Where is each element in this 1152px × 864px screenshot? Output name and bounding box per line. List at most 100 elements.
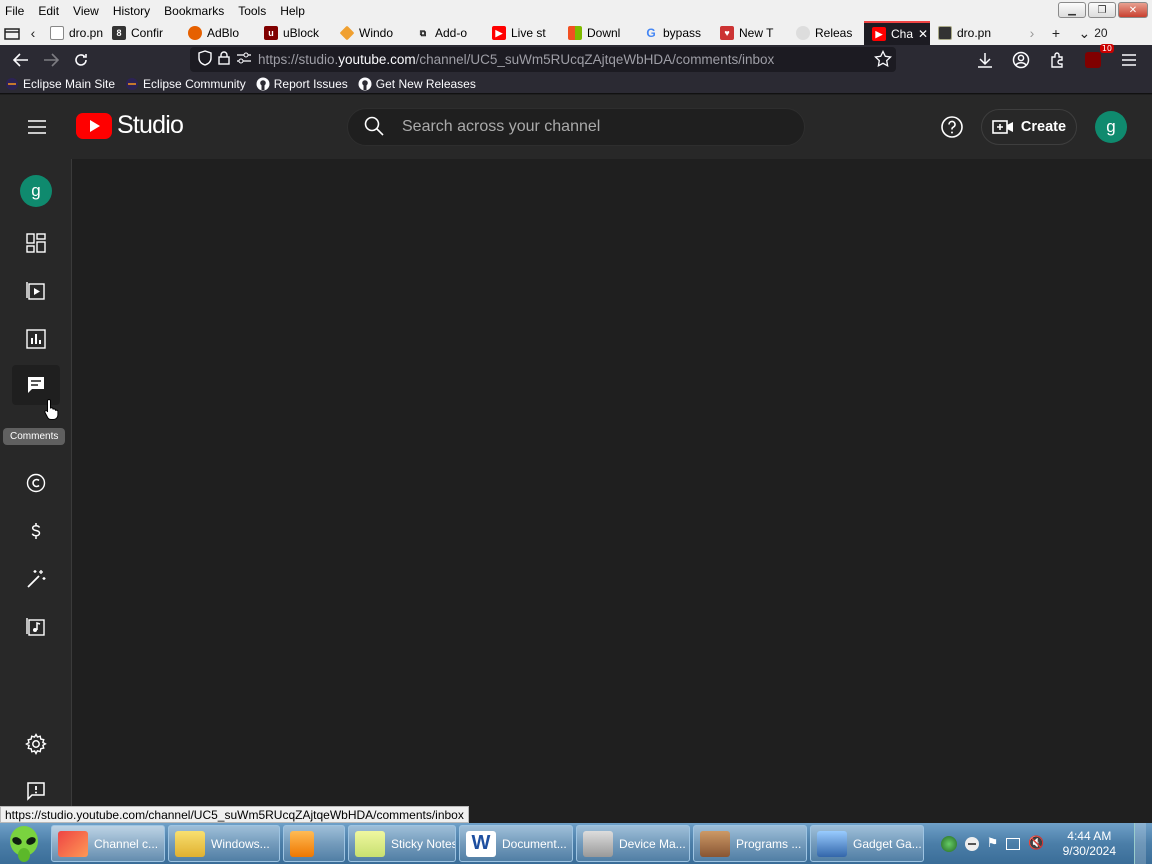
search-box[interactable] bbox=[347, 108, 805, 146]
bookmark-item[interactable]: Report Issues bbox=[251, 77, 353, 91]
list-all-tabs-button[interactable]: ⌄ 20 bbox=[1068, 21, 1118, 45]
studio-sidebar: g Comments bbox=[0, 159, 72, 823]
account-icon[interactable] bbox=[1006, 45, 1036, 74]
create-video-icon bbox=[992, 120, 1013, 134]
tab-favicon-icon bbox=[50, 26, 64, 40]
menu-history[interactable]: History bbox=[106, 4, 157, 18]
tab-manager-icon[interactable] bbox=[0, 21, 24, 45]
taskbar-button-media[interactable] bbox=[283, 825, 345, 862]
taskbar-button-programs[interactable]: Programs ... bbox=[693, 825, 807, 862]
tab-item[interactable]: dro.pn bbox=[930, 21, 1020, 45]
window-controls: ▁ ❐ ✕ bbox=[1058, 2, 1148, 18]
tab-item[interactable]: u uBlock bbox=[256, 21, 332, 45]
app-menu-icon[interactable] bbox=[1114, 45, 1144, 74]
back-icon[interactable] bbox=[6, 45, 36, 74]
menu-edit[interactable]: Edit bbox=[31, 4, 66, 18]
tab-label: Releas bbox=[815, 26, 853, 40]
network-globe-icon[interactable] bbox=[940, 835, 957, 852]
menu-view[interactable]: View bbox=[66, 4, 106, 18]
sidebar-item-copyright[interactable] bbox=[12, 463, 60, 503]
sidebar-item-dashboard[interactable] bbox=[12, 223, 60, 263]
tab-item[interactable]: Downl bbox=[560, 21, 636, 45]
sidebar-item-content[interactable] bbox=[12, 271, 60, 311]
menu-bookmarks[interactable]: Bookmarks bbox=[157, 4, 231, 18]
content-icon bbox=[26, 282, 45, 300]
taskbar-button-firefox[interactable]: Channel c... bbox=[51, 825, 165, 862]
lock-icon[interactable] bbox=[218, 51, 230, 68]
system-clock[interactable]: 4:44 AM 9/30/2024 bbox=[1063, 829, 1116, 859]
url-prefix: https://studio. bbox=[258, 52, 339, 67]
tab-item[interactable]: dro.pn bbox=[42, 21, 104, 45]
search-input[interactable] bbox=[402, 118, 782, 136]
gadget-gallery-icon bbox=[817, 830, 847, 857]
tab-item[interactable]: AdBlo bbox=[180, 21, 256, 45]
bookmark-star-icon[interactable] bbox=[874, 49, 892, 71]
tab-item[interactable]: Windo bbox=[332, 21, 408, 45]
sidebar-item-customization[interactable] bbox=[12, 559, 60, 599]
account-avatar[interactable]: g bbox=[1095, 111, 1127, 143]
channel-avatar[interactable]: g bbox=[20, 175, 52, 207]
taskbar-label: Programs ... bbox=[736, 836, 802, 851]
browser-menubar: File Edit View History Bookmarks Tools H… bbox=[0, 0, 1152, 21]
network-status-icon[interactable] bbox=[1006, 837, 1021, 850]
downloads-icon[interactable] bbox=[970, 45, 1000, 74]
bookmark-item[interactable]: Eclipse Main Site bbox=[0, 77, 120, 91]
reload-icon[interactable] bbox=[66, 45, 96, 74]
tab-item[interactable]: Releas bbox=[788, 21, 864, 45]
sidebar-item-settings[interactable] bbox=[12, 724, 60, 764]
bookmark-label: Eclipse Main Site bbox=[23, 76, 116, 91]
tracking-shield-icon[interactable] bbox=[198, 50, 212, 69]
url-domain: youtube.com bbox=[338, 52, 416, 67]
sidebar-item-earn[interactable] bbox=[12, 511, 60, 551]
extensions-icon[interactable] bbox=[1042, 45, 1072, 74]
tab-item[interactable]: 8 Confir bbox=[104, 21, 180, 45]
tray-minus-icon[interactable] bbox=[964, 836, 979, 851]
tab-label: Confir bbox=[131, 26, 164, 40]
tab-item-active[interactable]: ▶ Cha ✕ bbox=[864, 21, 930, 45]
tab-item[interactable]: ♥ New T bbox=[712, 21, 788, 45]
scroll-tabs-right-icon[interactable]: › bbox=[1020, 21, 1044, 45]
close-window-button[interactable]: ✕ bbox=[1118, 2, 1148, 18]
close-tab-icon[interactable]: ✕ bbox=[918, 27, 928, 41]
forward-icon[interactable] bbox=[36, 45, 66, 74]
taskbar-button-sticky-notes[interactable]: Sticky Notes bbox=[348, 825, 456, 862]
minimize-button[interactable]: ▁ bbox=[1058, 2, 1086, 18]
sidebar-item-feedback[interactable] bbox=[12, 771, 60, 811]
permissions-icon[interactable] bbox=[236, 52, 252, 67]
bookmark-item[interactable]: Get New Releases bbox=[353, 77, 481, 91]
taskbar-button-word[interactable]: W Document... bbox=[459, 825, 573, 862]
audio-library-icon bbox=[26, 618, 45, 636]
clock-date: 9/30/2024 bbox=[1062, 843, 1116, 858]
bookmark-item[interactable]: Eclipse Community bbox=[120, 77, 251, 91]
hamburger-menu-icon[interactable] bbox=[22, 115, 52, 139]
copyright-icon bbox=[26, 473, 46, 493]
taskbar-button-explorer[interactable]: Windows... bbox=[168, 825, 280, 862]
volume-muted-icon[interactable]: 🔇 bbox=[1028, 836, 1044, 851]
menu-tools[interactable]: Tools bbox=[231, 4, 273, 18]
taskbar-button-gadget-gallery[interactable]: Gadget Ga... bbox=[810, 825, 924, 862]
tray-flag-icon[interactable]: ⚑ bbox=[987, 836, 999, 851]
taskbar-button-device-manager[interactable]: Device Ma... bbox=[576, 825, 690, 862]
studio-logo[interactable]: Studio bbox=[76, 111, 184, 140]
scroll-tabs-left-icon[interactable]: ‹ bbox=[24, 21, 42, 45]
tab-item[interactable]: Gbypass bbox=[636, 21, 712, 45]
start-button[interactable] bbox=[0, 823, 48, 864]
monetization-icon bbox=[31, 523, 41, 539]
new-tab-icon[interactable]: + bbox=[1044, 21, 1068, 45]
menu-help[interactable]: Help bbox=[273, 4, 312, 18]
search-icon[interactable] bbox=[364, 116, 384, 139]
url-bar[interactable]: https://studio.youtube.com/channel/UC5_s… bbox=[190, 47, 896, 72]
menu-file[interactable]: File bbox=[0, 4, 31, 18]
tab-label: dro.pn bbox=[69, 26, 104, 40]
restore-button[interactable]: ❐ bbox=[1088, 2, 1116, 18]
ublock-extension-icon[interactable]: 10 bbox=[1078, 44, 1114, 74]
alien-start-icon bbox=[10, 825, 38, 862]
help-icon[interactable] bbox=[940, 115, 964, 139]
create-button[interactable]: Create bbox=[981, 109, 1077, 145]
sidebar-item-audio-library[interactable] bbox=[12, 607, 60, 647]
sidebar-item-analytics[interactable] bbox=[12, 319, 60, 359]
tab-item[interactable]: ⧉ Add-o bbox=[408, 21, 484, 45]
tab-item[interactable]: ▶ Live st bbox=[484, 21, 560, 45]
tab-label: AdBlo bbox=[207, 26, 240, 40]
show-desktop-button[interactable] bbox=[1134, 823, 1146, 864]
